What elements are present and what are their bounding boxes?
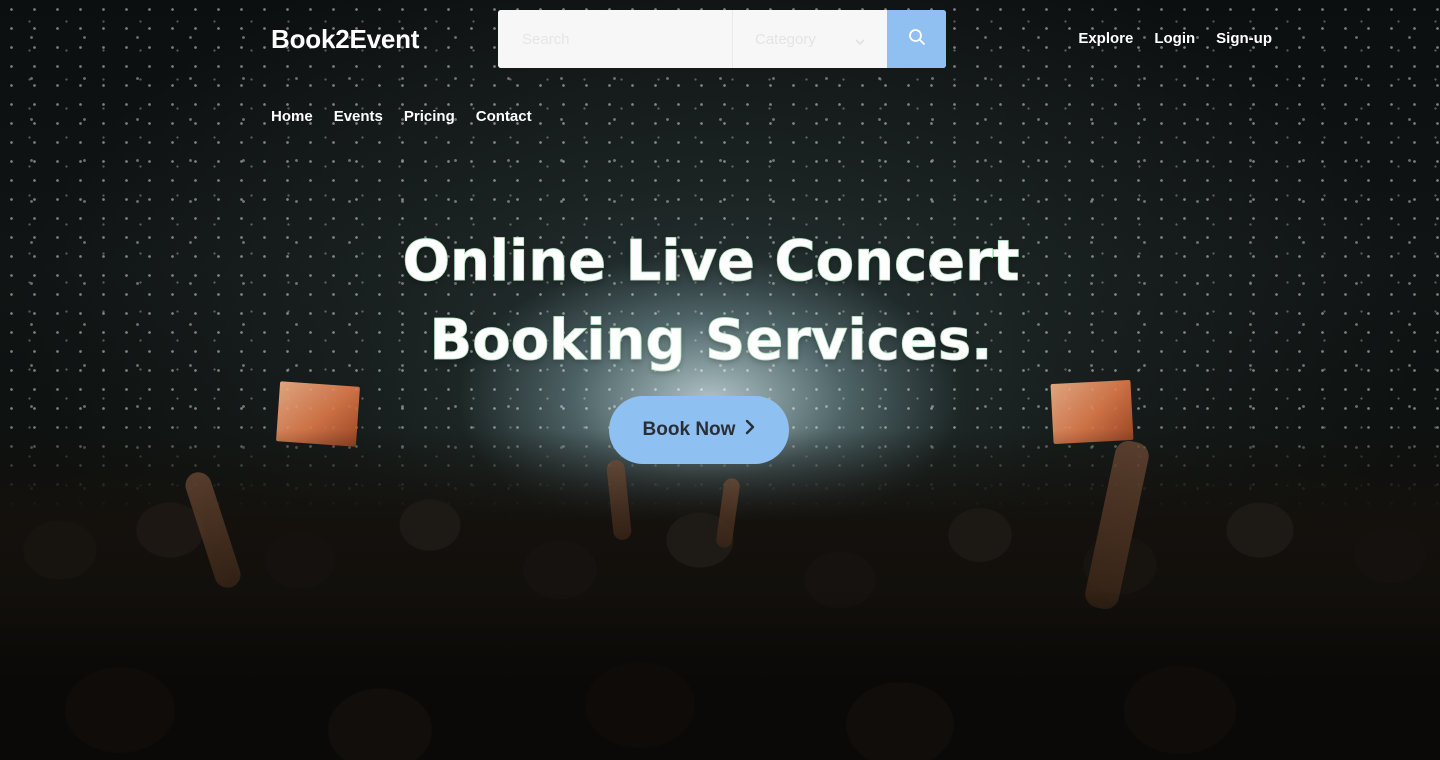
search-icon (908, 28, 926, 51)
nav-explore-link[interactable]: Explore (1078, 30, 1133, 47)
nav-pricing-link[interactable]: Pricing (404, 108, 455, 125)
nav-signup-link[interactable]: Sign-up (1216, 30, 1272, 47)
top-nav: Explore Login Sign-up (1078, 30, 1272, 47)
book-now-label: Book Now (642, 419, 736, 440)
nav-login-link[interactable]: Login (1154, 30, 1195, 47)
crowd-foreground (0, 590, 1440, 760)
search-input[interactable] (498, 10, 732, 68)
main-nav: Home Events Pricing Contact (271, 108, 532, 125)
nav-contact-link[interactable]: Contact (476, 108, 532, 125)
hero-background-image (0, 0, 1440, 760)
chevron-down-icon (855, 34, 865, 46)
chevron-right-icon (745, 419, 755, 441)
hero-title: Online Live Concert Booking Services. (0, 222, 1422, 380)
hero-title-line-1: Online Live Concert (402, 229, 1020, 295)
category-select[interactable]: Category (732, 10, 887, 68)
hero-title-line-2: Booking Services. (429, 308, 993, 374)
nav-events-link[interactable]: Events (334, 108, 383, 125)
category-select-label: Category (755, 30, 816, 48)
book-now-button[interactable]: Book Now (609, 396, 789, 464)
brand-logo[interactable]: Book2Event (271, 24, 419, 55)
nav-home-link[interactable]: Home (271, 108, 313, 125)
search-bar: Category (498, 10, 946, 68)
search-button[interactable] (887, 10, 946, 68)
